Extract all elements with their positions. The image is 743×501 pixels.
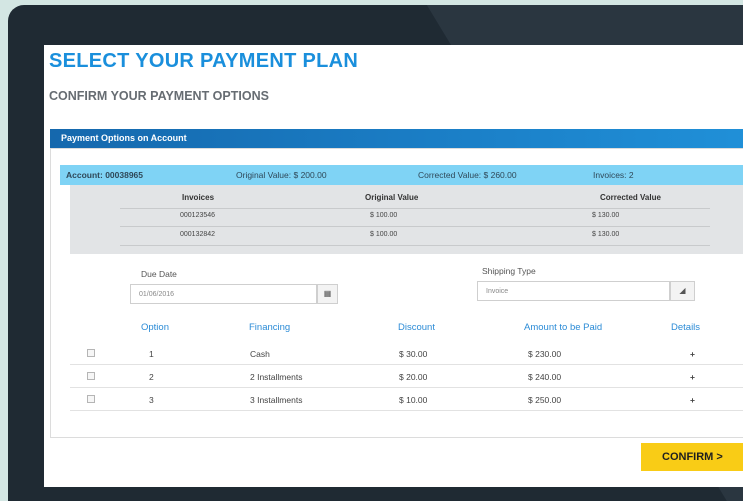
invoice-corrected-value: $ 130.00 bbox=[592, 212, 620, 219]
option-checkbox[interactable] bbox=[87, 395, 95, 403]
option-financing: 3 Installments bbox=[250, 395, 303, 405]
dropdown-icon: ◢ bbox=[679, 286, 686, 295]
option-number: 3 bbox=[149, 395, 154, 405]
account-number: Account: 00038965 bbox=[66, 170, 144, 180]
table-row: 2 2 Installments $ 20.00 $ 240.00 + bbox=[70, 365, 743, 388]
option-checkbox[interactable] bbox=[87, 372, 95, 380]
divider bbox=[120, 245, 710, 246]
original-value-col-header: Original Value bbox=[365, 193, 419, 202]
option-number: 1 bbox=[149, 349, 154, 359]
option-number: 2 bbox=[149, 372, 154, 382]
option-amount: $ 240.00 bbox=[528, 372, 562, 382]
table-row: 1 Cash $ 30.00 $ 230.00 + bbox=[70, 342, 743, 365]
option-checkbox[interactable] bbox=[87, 349, 95, 357]
option-discount: $ 10.00 bbox=[399, 395, 428, 405]
page-title: SELECT YOUR PAYMENT PLAN bbox=[49, 50, 359, 72]
due-date-label: Due Date bbox=[141, 269, 177, 279]
invoice-number: 000132842 bbox=[180, 231, 216, 238]
invoice-number: 000123546 bbox=[180, 212, 216, 219]
shipping-type-dropdown-button[interactable]: ◢ bbox=[670, 281, 695, 301]
plus-icon[interactable]: + bbox=[690, 395, 695, 405]
device-frame: SELECT YOUR PAYMENT PLAN CONFIRM YOUR PA… bbox=[8, 5, 743, 501]
account-invoice-count: Invoices: 2 bbox=[593, 170, 634, 180]
table-row: 000132842 $ 100.00 $ 130.00 bbox=[70, 227, 743, 245]
details-col-header: Details bbox=[671, 322, 701, 333]
invoice-original-value: $ 100.00 bbox=[370, 231, 398, 238]
account-corrected-value: Corrected Value: $ 260.00 bbox=[418, 170, 517, 180]
invoice-table-header: Invoices Original Value Corrected Value bbox=[70, 189, 743, 207]
confirm-button[interactable]: CONFIRM > bbox=[641, 443, 743, 471]
invoice-col-header: Invoices bbox=[182, 193, 215, 202]
calendar-button[interactable]: ▦ bbox=[317, 284, 338, 304]
panel-header: Payment Options on Account bbox=[50, 129, 743, 148]
due-date-input[interactable]: 01/06/2016 bbox=[130, 284, 317, 304]
financing-col-header: Financing bbox=[249, 322, 291, 333]
page-subtitle: CONFIRM YOUR PAYMENT OPTIONS bbox=[49, 89, 269, 103]
discount-col-header: Discount bbox=[398, 322, 435, 333]
shipping-type-label: Shipping Type bbox=[482, 266, 536, 276]
amount-col-header: Amount to be Paid bbox=[524, 322, 603, 333]
option-discount: $ 30.00 bbox=[399, 349, 428, 359]
invoice-corrected-value: $ 130.00 bbox=[592, 231, 620, 238]
shipping-type-select[interactable]: Invoice bbox=[477, 281, 670, 301]
account-original-value: Original Value: $ 200.00 bbox=[236, 170, 327, 180]
option-discount: $ 20.00 bbox=[399, 372, 428, 382]
option-amount: $ 250.00 bbox=[528, 395, 562, 405]
table-row: 3 3 Installments $ 10.00 $ 250.00 + bbox=[70, 388, 743, 411]
option-financing: Cash bbox=[250, 349, 270, 359]
invoice-original-value: $ 100.00 bbox=[370, 212, 398, 219]
payment-screen: SELECT YOUR PAYMENT PLAN CONFIRM YOUR PA… bbox=[44, 45, 743, 487]
option-col-header: Option bbox=[141, 322, 169, 333]
plus-icon[interactable]: + bbox=[690, 349, 695, 359]
plus-icon[interactable]: + bbox=[690, 372, 695, 382]
option-amount: $ 230.00 bbox=[528, 349, 562, 359]
calendar-icon: ▦ bbox=[323, 289, 332, 298]
corrected-value-col-header: Corrected Value bbox=[600, 193, 661, 202]
account-summary-bar: Account: 00038965 Original Value: $ 200.… bbox=[60, 165, 743, 185]
option-financing: 2 Installments bbox=[250, 372, 303, 382]
invoice-table: Invoices Original Value Corrected Value … bbox=[70, 185, 743, 254]
table-row: 000123546 $ 100.00 $ 130.00 bbox=[70, 208, 743, 226]
